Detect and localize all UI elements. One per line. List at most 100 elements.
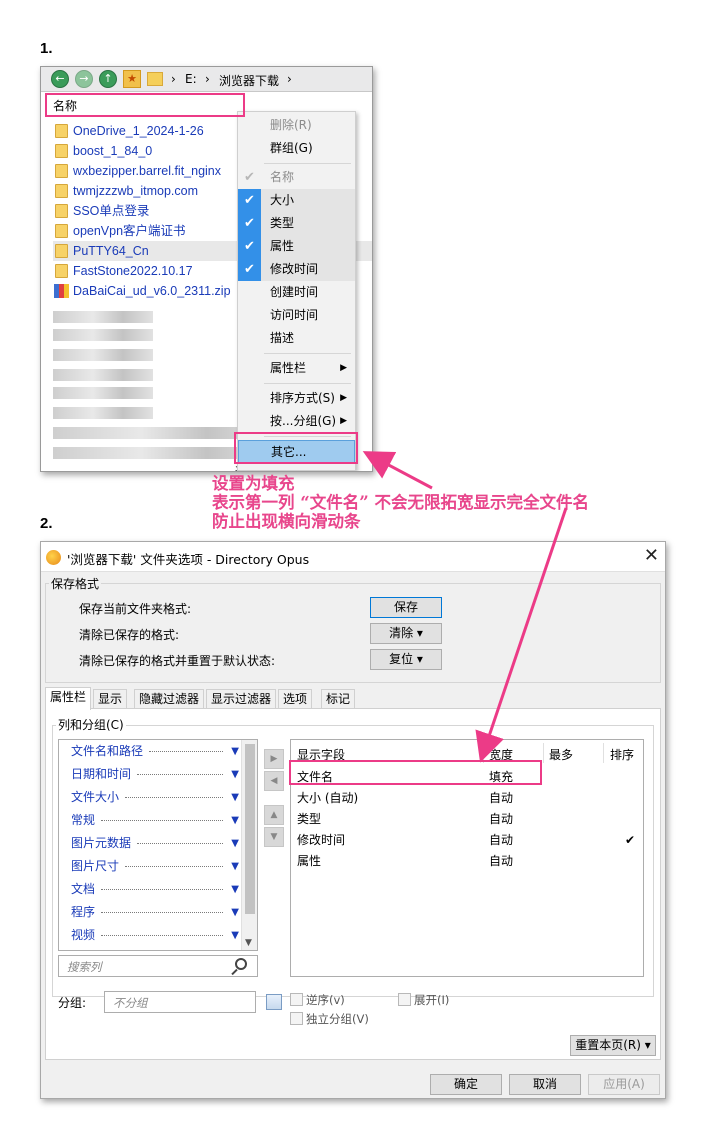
breadcrumb-separator: ›: [171, 72, 176, 86]
favorites-star-icon[interactable]: ★: [123, 70, 141, 88]
menu-item-sort-by[interactable]: 排序方式(S) ▶: [238, 387, 355, 410]
explorer-toolbar: ← → ↑ ★ › E: › 浏览器下载 ›: [41, 67, 372, 92]
scroll-down-icon[interactable]: ▼: [245, 938, 252, 948]
menu-item-group-by[interactable]: 按...分组(G) ▶: [238, 410, 355, 433]
cancel-button[interactable]: 取消: [509, 1074, 581, 1095]
table-row[interactable]: 修改时间 自动 ✔: [297, 830, 637, 851]
ok-button[interactable]: 确定: [430, 1074, 502, 1095]
expand-checkbox[interactable]: [398, 993, 411, 1006]
checkmark-icon: ✔: [244, 170, 255, 185]
blurred-row: [53, 349, 153, 361]
forward-arrow-icon[interactable]: →: [75, 70, 93, 88]
independent-group-checkbox[interactable]: [290, 1012, 303, 1025]
category-general[interactable]: 常规 ▼: [71, 809, 239, 832]
file-name: SSO单点登录: [73, 204, 150, 218]
checkmark-icon: ✔: [238, 258, 261, 281]
category-date-time[interactable]: 日期和时间 ▼: [71, 763, 239, 786]
columns-group-label: 列和分组(C): [56, 716, 126, 733]
menu-item-created[interactable]: 创建时间: [238, 281, 355, 304]
chevron-down-icon: ▼: [231, 930, 239, 941]
dialog-titlebar: '浏览器下载' 文件夹选项 - Directory Opus ✕: [41, 542, 665, 572]
tab-options[interactable]: 选项: [278, 689, 313, 709]
chevron-down-icon: ▼: [231, 861, 239, 872]
checkmark-icon: ✔: [238, 212, 261, 235]
table-row[interactable]: 类型 自动: [297, 809, 637, 830]
column-category-list[interactable]: 文件名和路径 ▼ 日期和时间 ▼ 文件大小 ▼ 常规 ▼ 图片元数据 ▼ 图片尺寸 ▼ 文档…: [58, 739, 258, 951]
file-name: FastStone2022.10.17: [73, 264, 193, 278]
reset-button[interactable]: 复位 ▾: [370, 649, 442, 670]
category-image-metadata[interactable]: 图片元数据 ▼: [71, 832, 239, 855]
tab-display[interactable]: 显示: [93, 689, 128, 709]
menu-item-desc[interactable]: 描述: [238, 327, 355, 350]
tab-attr-bar[interactable]: 属性栏: [45, 687, 92, 710]
menu-item-accessed[interactable]: 访问时间: [238, 304, 355, 327]
breadcrumb-drive[interactable]: E:: [185, 72, 197, 86]
scrollbar-thumb[interactable]: [245, 744, 255, 914]
menu-item-size[interactable]: ✔ 大小: [238, 189, 355, 212]
folder-options-dialog: '浏览器下载' 文件夹选项 - Directory Opus ✕ 保存格式 保存…: [40, 541, 666, 1099]
header-max[interactable]: 最多: [549, 746, 573, 763]
folder-icon: [55, 224, 68, 238]
chevron-down-icon: ▼: [231, 769, 239, 780]
category-filename-path[interactable]: 文件名和路径 ▼: [71, 740, 239, 763]
category-image-size[interactable]: 图片尺寸 ▼: [71, 855, 239, 878]
folder-icon: [55, 244, 68, 258]
move-down-arrow-icon[interactable]: ▼: [264, 827, 284, 847]
reset-saved-label: 清除已保存的格式并重置于默认状态:: [79, 654, 276, 668]
close-icon[interactable]: ✕: [644, 545, 659, 566]
category-document[interactable]: 文档 ▼: [71, 878, 239, 901]
checkmark-icon: ✔: [238, 189, 261, 212]
submenu-arrow-icon: ▶: [340, 363, 347, 373]
dialog-title: '浏览器下载' 文件夹选项 - Directory Opus: [67, 552, 310, 567]
add-column-arrow-icon[interactable]: ▶: [264, 749, 284, 769]
tab-labels[interactable]: 标记: [321, 689, 356, 709]
category-video[interactable]: 视频 ▼: [71, 924, 239, 947]
annotation-line-3: 防止出现横向滑动条: [212, 512, 361, 531]
group-by-input[interactable]: 不分组: [104, 991, 256, 1013]
table-row[interactable]: 大小 (自动) 自动: [297, 788, 637, 809]
menu-item-modified[interactable]: ✔ 修改时间: [238, 258, 355, 281]
column-search-input[interactable]: 搜索列: [58, 955, 258, 977]
back-arrow-icon[interactable]: ←: [51, 70, 69, 88]
menu-item-group[interactable]: 群组(G): [238, 137, 355, 160]
category-program[interactable]: 程序 ▼: [71, 901, 239, 924]
breadcrumb-separator: ›: [205, 72, 210, 86]
group-options-icon[interactable]: [266, 994, 282, 1010]
step-2-label: 2.: [40, 515, 53, 532]
file-name: openVpn客户端证书: [73, 224, 186, 238]
breadcrumb-folder[interactable]: 浏览器下载: [219, 72, 279, 89]
up-arrow-icon[interactable]: ↑: [99, 70, 117, 88]
header-sort[interactable]: 排序: [610, 746, 634, 763]
reset-page-button[interactable]: 重置本页(R) ▾: [570, 1035, 656, 1056]
menu-item-type[interactable]: ✔ 类型: [238, 212, 355, 235]
reverse-checkbox[interactable]: [290, 993, 303, 1006]
annotation-text: 设置为填充 表示第一列 “文件名” 不会无限拓宽显示完全文件名 防止出现横向滑动…: [212, 474, 589, 531]
clear-button[interactable]: 清除 ▾: [370, 623, 442, 644]
save-format-group-label: 保存格式: [49, 575, 102, 592]
zip-archive-icon: [54, 284, 69, 298]
chevron-down-icon: ▼: [231, 838, 239, 849]
table-row[interactable]: 属性 自动: [297, 851, 637, 872]
search-icon[interactable]: [235, 958, 247, 970]
save-button[interactable]: 保存: [370, 597, 442, 618]
menu-item-attr[interactable]: ✔ 属性: [238, 235, 355, 258]
remove-column-arrow-icon[interactable]: ◀: [264, 771, 284, 791]
annotation-line-1: 设置为填充: [212, 474, 295, 493]
other-menu-highlight-box: [234, 432, 358, 464]
folder-icon: [55, 124, 68, 138]
tab-show-filter[interactable]: 显示过滤器: [206, 689, 277, 709]
menu-separator: [264, 353, 351, 354]
menu-item-name: ✔ 名称: [238, 166, 355, 189]
chevron-down-icon: ▼: [231, 792, 239, 803]
tab-hide-filter[interactable]: 隐藏过滤器: [134, 689, 205, 709]
category-file-size[interactable]: 文件大小 ▼: [71, 786, 239, 809]
menu-item-attr-bar[interactable]: 属性栏 ▶: [238, 357, 355, 380]
category-scrollbar[interactable]: ▼: [241, 740, 257, 950]
directory-opus-icon: [46, 550, 61, 565]
menu-separator: [264, 163, 351, 164]
folder-icon: [55, 264, 68, 278]
chevron-down-icon: ▼: [231, 815, 239, 826]
move-up-arrow-icon[interactable]: ▲: [264, 805, 284, 825]
filename-fill-highlight-box: [289, 760, 542, 785]
folder-icon: [55, 144, 68, 158]
